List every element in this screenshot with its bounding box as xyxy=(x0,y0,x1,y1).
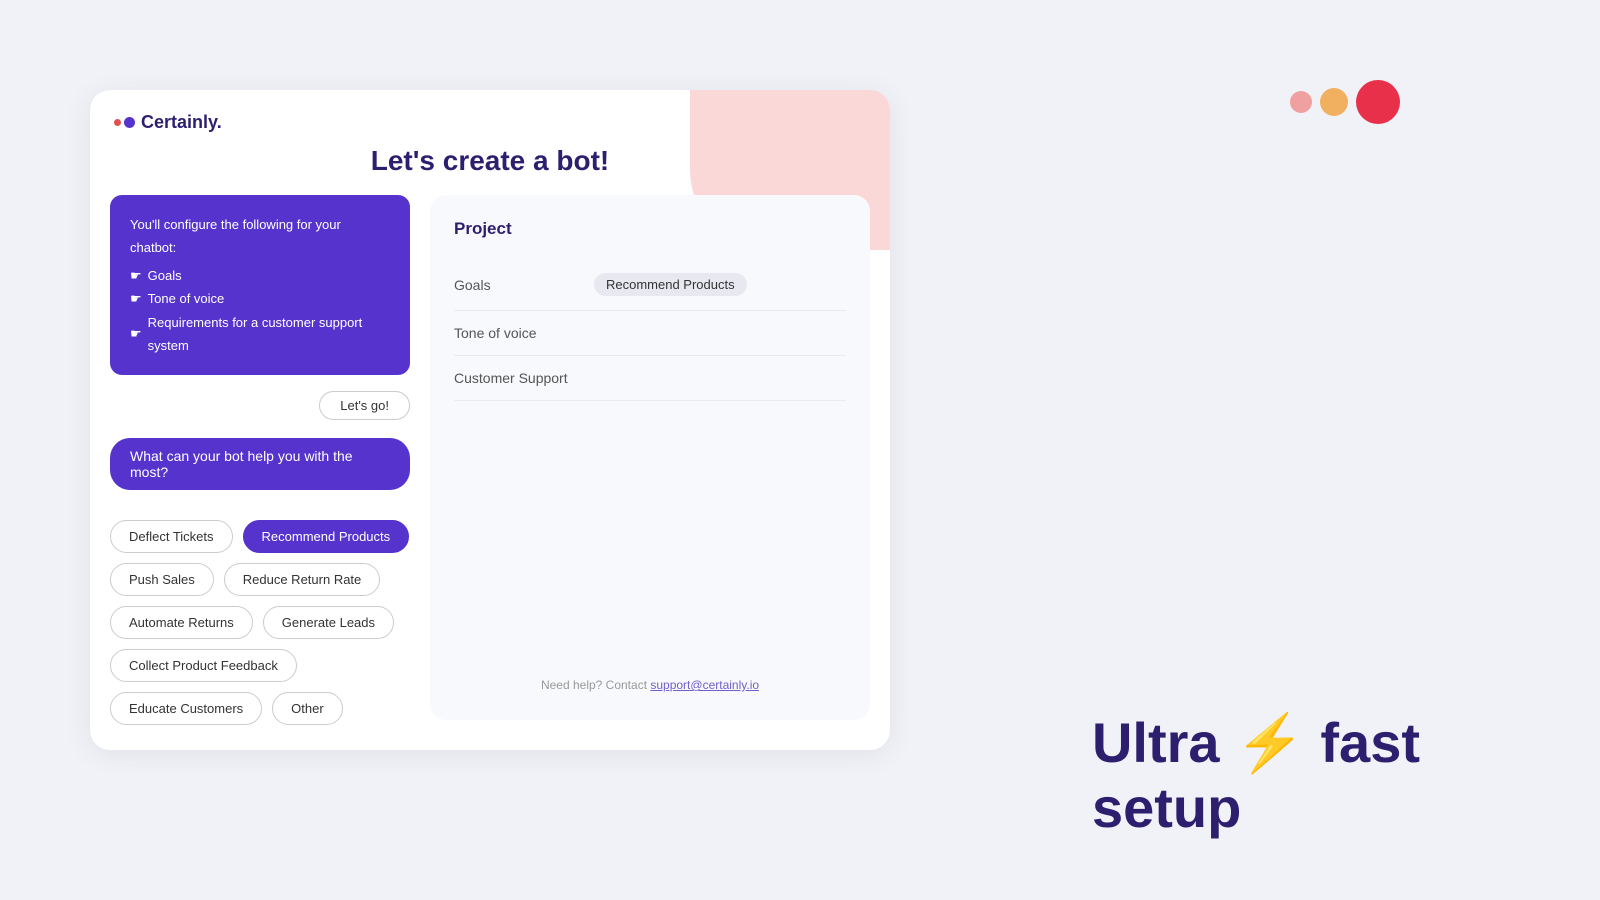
project-goals-label: Goals xyxy=(454,277,594,293)
logo: Certainly. xyxy=(114,112,222,133)
tone-label: Tone of voice xyxy=(148,287,225,310)
option-push-sales[interactable]: Push Sales xyxy=(110,563,214,596)
info-box-intro: You'll configure the following for your … xyxy=(130,213,390,260)
tone-emoji: ☛ xyxy=(130,287,142,310)
project-row-support: Customer Support xyxy=(454,356,846,401)
project-tone-label: Tone of voice xyxy=(454,325,594,341)
ultra-fast-line1: Ultra ⚡ fast xyxy=(1092,711,1420,775)
logo-dot-large xyxy=(124,117,135,128)
circle-orange xyxy=(1320,88,1348,116)
decorative-circles xyxy=(1290,80,1400,124)
left-panel: You'll configure the following for your … xyxy=(110,195,410,725)
goals-emoji: ☛ xyxy=(130,264,142,287)
main-card: Certainly. Let's create a bot! You'll co… xyxy=(90,90,890,750)
options-row-5: Educate Customers Other xyxy=(110,692,410,725)
page-title: Let's create a bot! xyxy=(90,145,890,177)
ultra-fast-text: Ultra ⚡ fast setup xyxy=(1092,711,1420,840)
logo-dot-small xyxy=(114,119,121,126)
help-text: Need help? Contact support@certainly.io xyxy=(430,678,870,692)
lets-go-row: Let's go! xyxy=(110,391,410,420)
lightning-icon: ⚡ xyxy=(1235,711,1305,774)
option-automate-returns[interactable]: Automate Returns xyxy=(110,606,253,639)
option-educate-customers[interactable]: Educate Customers xyxy=(110,692,262,725)
req-emoji: ☛ xyxy=(130,322,142,345)
info-item-tone: ☛ Tone of voice xyxy=(130,287,390,310)
project-title: Project xyxy=(454,219,846,239)
options-row-3: Automate Returns Generate Leads xyxy=(110,606,410,639)
info-box: You'll configure the following for your … xyxy=(110,195,410,375)
lets-go-button[interactable]: Let's go! xyxy=(319,391,410,420)
option-reduce-return-rate[interactable]: Reduce Return Rate xyxy=(224,563,381,596)
help-prefix: Need help? Contact xyxy=(541,678,650,692)
logo-text: Certainly. xyxy=(141,112,222,133)
circle-red xyxy=(1356,80,1400,124)
ultra-fast-line2: setup xyxy=(1092,776,1420,840)
options-row-1: Deflect Tickets Recommend Products xyxy=(110,520,410,553)
option-collect-feedback[interactable]: Collect Product Feedback xyxy=(110,649,297,682)
options-row-2: Push Sales Reduce Return Rate xyxy=(110,563,410,596)
project-goals-value: Recommend Products xyxy=(594,273,747,296)
option-other[interactable]: Other xyxy=(272,692,343,725)
options-area: Deflect Tickets Recommend Products Push … xyxy=(110,520,410,725)
option-recommend-products[interactable]: Recommend Products xyxy=(243,520,410,553)
project-row-goals: Goals Recommend Products xyxy=(454,259,846,311)
question-box: What can your bot help you with the most… xyxy=(110,438,410,490)
logo-dots xyxy=(114,117,135,128)
info-item-requirements: ☛ Requirements for a customer support sy… xyxy=(130,311,390,358)
info-item-goals: ☛ Goals xyxy=(130,264,390,287)
options-row-4: Collect Product Feedback xyxy=(110,649,410,682)
help-link[interactable]: support@certainly.io xyxy=(650,678,759,692)
option-generate-leads[interactable]: Generate Leads xyxy=(263,606,394,639)
project-row-tone: Tone of voice xyxy=(454,311,846,356)
right-panel: Project Goals Recommend Products Tone of… xyxy=(430,195,870,720)
req-label: Requirements for a customer support syst… xyxy=(148,311,390,358)
project-support-label: Customer Support xyxy=(454,370,594,386)
option-deflect-tickets[interactable]: Deflect Tickets xyxy=(110,520,233,553)
circle-pink xyxy=(1290,91,1312,113)
goals-label: Goals xyxy=(148,264,182,287)
